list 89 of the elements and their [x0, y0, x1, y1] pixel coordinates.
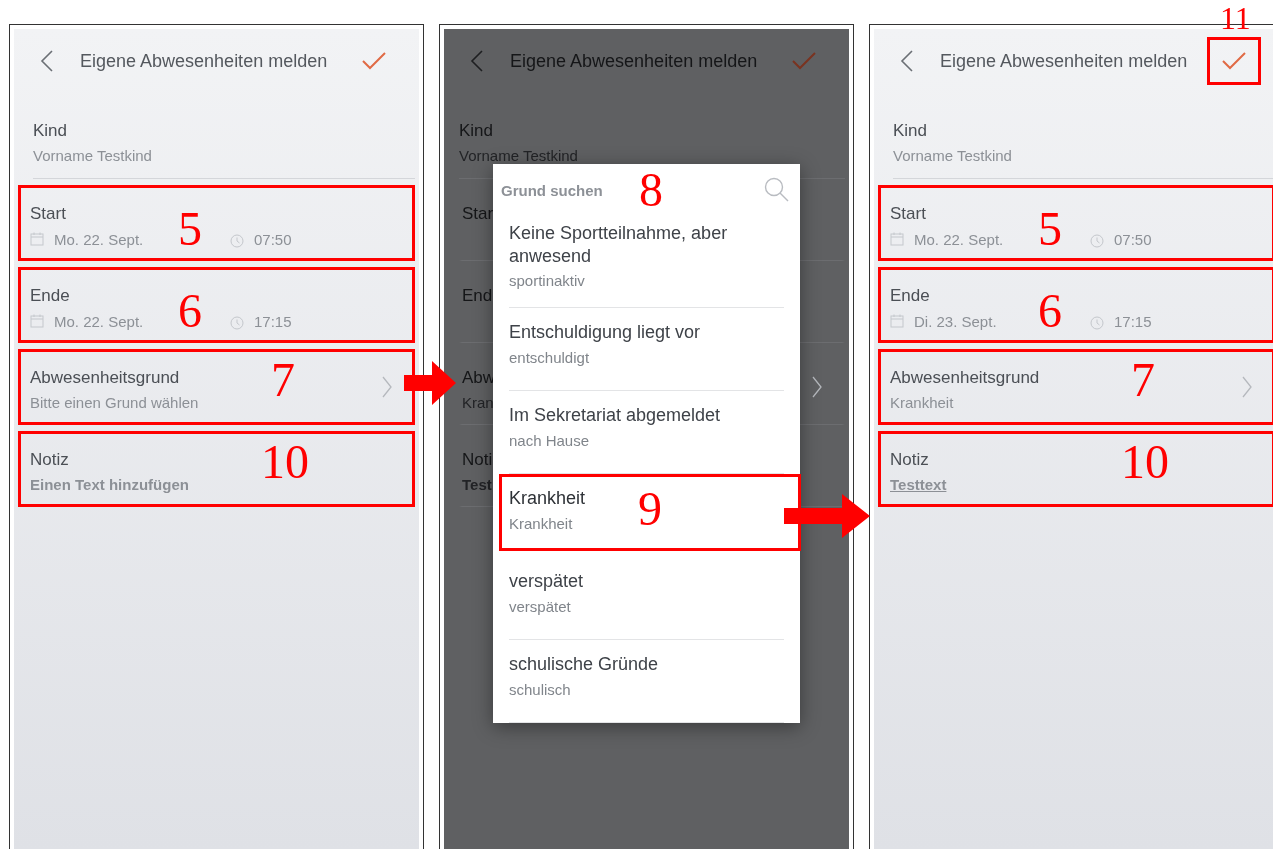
field-value: Bitte einen Grund wählen — [30, 394, 200, 411]
clock-icon — [1090, 316, 1104, 330]
annotation-number: 6 — [1038, 287, 1062, 335]
field-label: Notiz — [30, 450, 69, 470]
date-value: Di. 23. Sept. — [914, 312, 998, 330]
field-value: Kran — [462, 394, 495, 411]
option-code: schulisch — [509, 680, 572, 698]
option-code: Krankheit — [509, 514, 574, 532]
checkmark-icon — [791, 51, 817, 71]
time-value: 07:50 — [1114, 230, 1152, 248]
field-label: Kind — [459, 121, 494, 141]
screen-title: Eigene Abwesenheiten melden — [80, 50, 329, 72]
annotation-number: 8 — [639, 166, 663, 214]
field-label: Start — [890, 204, 926, 224]
screen-title: Eigene Abwesenheiten melden — [510, 50, 759, 72]
arrow — [404, 361, 456, 405]
form-row[interactable]: Abwesenheitsgrund Bitte einen Grund wählen 7 — [18, 349, 415, 425]
field-label: End — [462, 286, 493, 306]
annotation-number: 10 — [261, 438, 309, 486]
option-code: nach Hause — [509, 431, 591, 449]
annotation-number: 5 — [1038, 205, 1062, 253]
field-label: Notiz — [890, 450, 929, 470]
back-icon[interactable] — [470, 49, 484, 73]
field-label: Kind — [893, 121, 928, 141]
field-label: Abwesenheitsgrund — [890, 368, 1040, 388]
option-code: sportinaktiv — [509, 272, 586, 289]
clock-icon — [230, 234, 244, 248]
chevron-right-icon — [382, 376, 392, 398]
calendar-icon — [30, 314, 44, 328]
field-value: Vorname Testkind — [459, 147, 579, 164]
form-row[interactable]: Notiz Einen Text hinzufügen 10 — [18, 431, 415, 507]
checkmark-icon — [1221, 51, 1247, 71]
annotation-number: 6 — [178, 287, 202, 335]
option-code: verspätet — [509, 597, 572, 615]
note-value: Testtext — [890, 476, 948, 493]
clock-icon — [1090, 234, 1104, 248]
search-icon[interactable] — [764, 177, 790, 203]
date-value: Mo. 22. Sept. — [914, 230, 1005, 248]
reason-option[interactable]: Im Sekretariat abgemeldet nach Hause — [509, 391, 784, 474]
field-label: Ende — [890, 286, 930, 306]
option-title: verspätet — [509, 570, 584, 593]
field-label: Start — [30, 204, 66, 224]
form-row[interactable]: Abwesenheitsgrund Krankheit 7 — [878, 349, 1273, 425]
screen-title: Eigene Abwesenheiten melden — [940, 50, 1189, 72]
option-title: Keine Sportteilnahme, aber anwesend — [509, 222, 729, 267]
note-value: Test — [462, 476, 493, 493]
reason-option[interactable]: Krankheit Krankheit 9 — [499, 474, 801, 551]
field-value: Vorname Testkind — [893, 147, 1013, 164]
reason-option[interactable]: schulische Gründe schulisch — [509, 640, 784, 723]
annotation-number: 7 — [1131, 356, 1155, 404]
option-title: Entschuldigung liegt vor — [509, 321, 701, 344]
clock-icon — [230, 316, 244, 330]
form-row[interactable]: Ende Mo. 22. Sept. 6 17:15 — [18, 267, 415, 343]
date-value: Mo. 22. Sept. — [54, 230, 145, 248]
calendar-icon — [890, 232, 904, 246]
field-value: Krankheit — [890, 394, 955, 411]
chevron-right-icon — [1242, 376, 1252, 398]
calendar-icon — [890, 314, 904, 328]
annotation-number: 5 — [178, 205, 202, 253]
time-value: 17:15 — [1114, 312, 1152, 330]
chevron-right-icon — [812, 376, 822, 398]
annotation-number: 9 — [638, 485, 662, 533]
back-icon[interactable] — [40, 49, 54, 73]
date-value: Mo. 22. Sept. — [54, 312, 145, 330]
field-label: Noti — [462, 450, 493, 470]
annotation-number: 7 — [271, 356, 295, 404]
form-row[interactable]: Start Mo. 22. Sept. 5 07:50 — [18, 185, 415, 261]
calendar-icon — [30, 232, 44, 246]
reason-option[interactable]: verspätet verspätet — [509, 557, 784, 640]
time-value: 07:50 — [254, 230, 292, 248]
option-title: Krankheit — [509, 487, 586, 510]
field-label: Ende — [30, 286, 70, 306]
field-label: Star — [462, 204, 494, 224]
back-icon[interactable] — [900, 49, 914, 73]
reason-option[interactable]: Entschuldigung liegt vor entschuldigt — [509, 308, 784, 391]
option-title: Im Sekretariat abgemeldet — [509, 404, 721, 427]
checkmark-icon — [361, 51, 387, 71]
form-row[interactable]: Start Mo. 22. Sept. 5 07:50 — [878, 185, 1273, 261]
field-value: Vorname Testkind — [33, 147, 153, 164]
form-row[interactable]: Notiz Testtext 10 — [878, 431, 1273, 507]
field-label: Abwesenheitsgrund — [30, 368, 180, 388]
form-row[interactable]: Ende Di. 23. Sept. 6 17:15 — [878, 267, 1273, 343]
reason-option[interactable]: Keine Sportteilnahme, aber anwesend sportinaktiv — [509, 216, 784, 308]
option-code: entschuldigt — [509, 348, 591, 366]
time-value: 17:15 — [254, 312, 292, 330]
note-value: Einen Text hinzufügen — [30, 476, 190, 493]
option-title: schulische Gründe — [509, 653, 659, 676]
field-label: Kind — [33, 121, 68, 141]
annotation-number: 10 — [1121, 438, 1169, 486]
